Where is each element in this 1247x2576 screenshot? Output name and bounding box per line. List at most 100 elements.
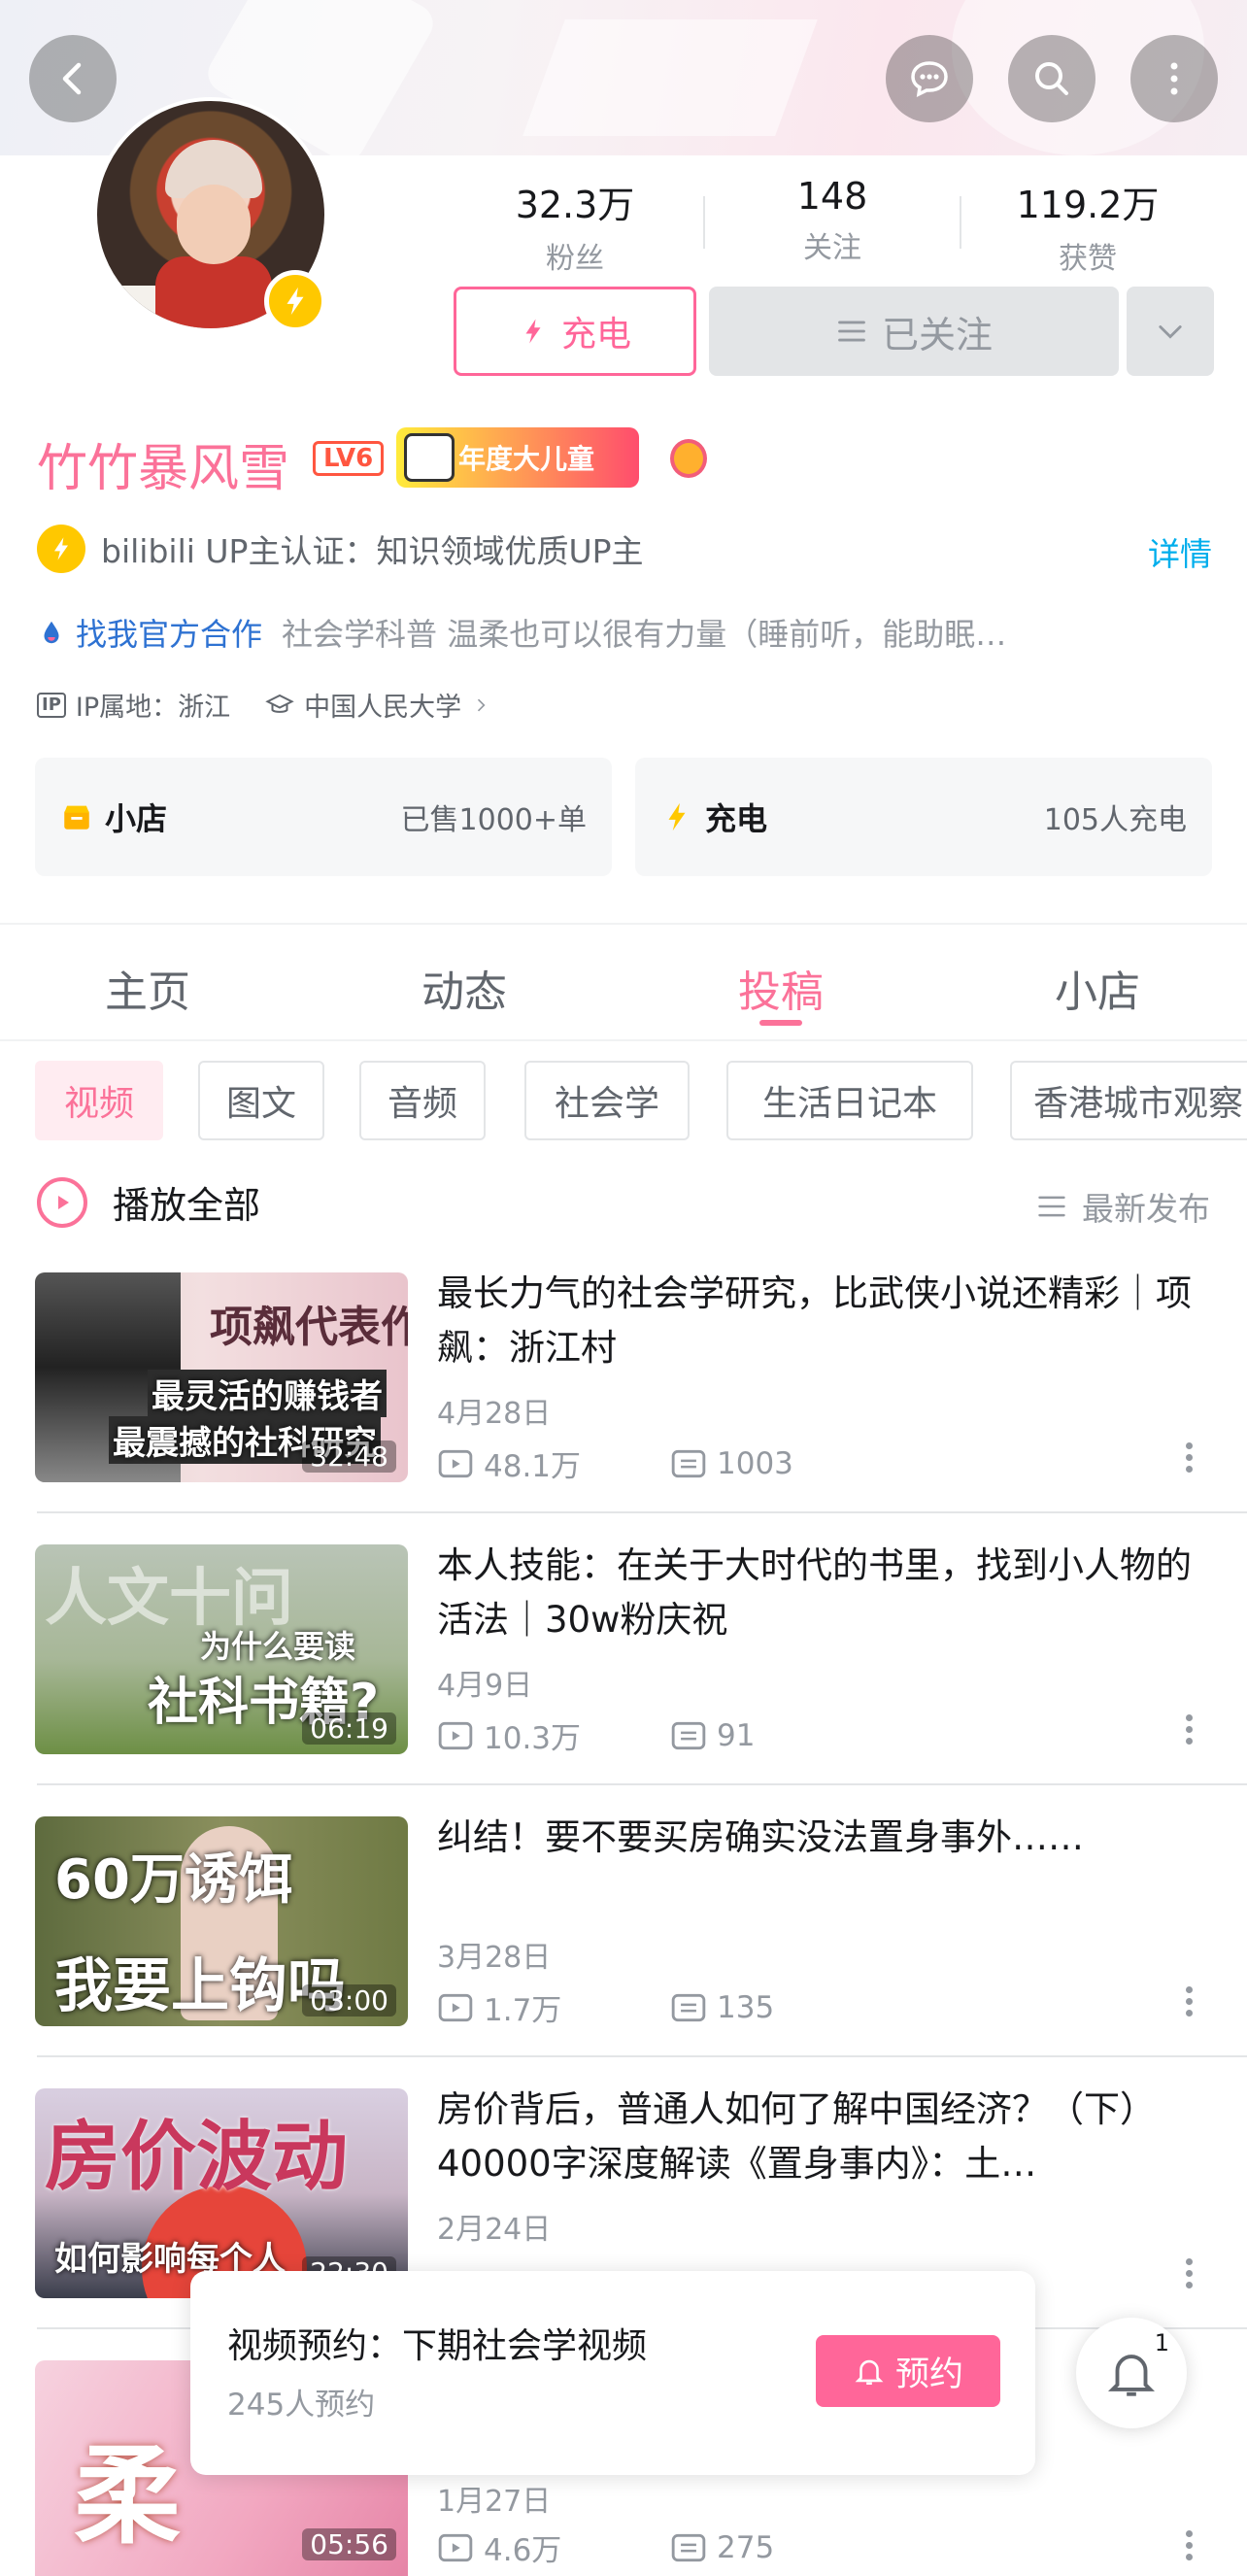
play-count-icon — [438, 1721, 473, 1749]
chip-audio[interactable]: 音频 — [359, 1061, 486, 1140]
comment-count: 275 — [717, 2529, 775, 2565]
chevron-down-icon — [1159, 325, 1182, 339]
annual-medal-badge[interactable]: 年度大儿童 — [396, 427, 639, 488]
video-more-icon[interactable] — [1179, 2525, 1198, 2574]
video-thumbnail[interactable]: 房价波动 如何影响每个人 22:30 — [35, 2088, 408, 2298]
video-duration: 03:00 — [302, 1984, 396, 2017]
video-more-icon[interactable] — [1179, 2254, 1198, 2302]
verified-bolt-icon — [37, 525, 85, 573]
view-count: 48.1万 — [484, 1449, 582, 1484]
video-date: 2月24日 — [437, 2213, 552, 2247]
charge-button[interactable]: 充电 — [454, 287, 696, 376]
video-thumbnail[interactable]: 60万诱饵 我要上钩吗 03:00 — [35, 1816, 408, 2026]
video-title[interactable]: 本人技能：在关于大时代的书里，找到小人物的活法｜30w粉庆祝 — [437, 1539, 1214, 1647]
bolt-icon — [525, 319, 541, 344]
divider — [703, 196, 705, 249]
bolt-badge-icon — [264, 270, 326, 332]
chip-life-diary[interactable]: 生活日记本 — [726, 1061, 973, 1140]
menu-lines-icon — [838, 321, 865, 342]
stat-label: 粉丝 — [546, 242, 604, 276]
video-more-icon[interactable] — [1179, 1710, 1198, 1758]
chip-video[interactable]: 视频 — [35, 1061, 163, 1140]
tab-shop[interactable]: 小店 — [1000, 957, 1195, 1019]
stat-fans[interactable]: 32.3万 粉丝 — [478, 175, 672, 277]
shop-card-meta: 已售1000+单 — [400, 803, 587, 837]
coop-drop-icon — [44, 621, 59, 644]
reservation-popup: 视频预约：下期社会学视频 245人预约 预约 — [190, 2271, 1035, 2475]
tab-uploads[interactable]: 投稿 — [684, 957, 878, 1019]
divider — [0, 923, 1247, 925]
notification-bell-button[interactable]: 1 — [1076, 2318, 1187, 2428]
bio-row: 找我官方合作 社会学科普 温柔也可以很有力量（睡前听，能助眠… — [37, 610, 1222, 655]
search-icon — [1035, 62, 1068, 95]
stat-value: 148 — [796, 175, 868, 218]
thumb-caption: 最灵活的赚钱者 — [148, 1370, 387, 1417]
charge-card[interactable]: 充电 105人充电 — [635, 758, 1212, 876]
comment-count-icon — [671, 1993, 706, 2021]
medal-icon[interactable] — [670, 439, 707, 478]
coop-link[interactable]: 找我官方合作 — [76, 610, 262, 655]
comment-count: 91 — [717, 1717, 756, 1753]
sort-button[interactable]: 最新发布 — [1035, 1183, 1210, 1230]
chip-image-text[interactable]: 图文 — [198, 1061, 324, 1140]
bio-text[interactable]: 社会学科普 温柔也可以很有力量（睡前听，能助眠… — [282, 610, 1006, 655]
video-date: 4月9日 — [437, 1669, 533, 1703]
thumb-caption: 60万诱饵 — [54, 1848, 293, 1912]
reservation-title: 视频预约：下期社会学视频 — [227, 2326, 648, 2366]
stat-value: 32.3万 — [515, 184, 635, 226]
stat-likes[interactable]: 119.2万 获赞 — [991, 175, 1185, 277]
back-button[interactable] — [29, 35, 117, 122]
video-stats: 10.3万 91 — [437, 1713, 755, 1757]
message-button[interactable] — [886, 35, 973, 122]
more-button[interactable] — [1130, 35, 1218, 122]
thumb-caption: 柔 — [74, 2434, 181, 2559]
ip-row: IP IP属地：浙江 中国人民大学 — [37, 686, 490, 724]
video-title[interactable]: 最长力气的社会学研究，比武侠小说还精彩｜项飙：浙江村 — [437, 1267, 1214, 1375]
chip-sociology[interactable]: 社会学 — [524, 1061, 690, 1140]
video-stats: 48.1万 1003 — [437, 1441, 793, 1485]
reserve-button[interactable]: 预约 — [816, 2335, 1000, 2407]
school-link[interactable]: 中国人民大学 — [304, 686, 461, 724]
shop-card[interactable]: 小店 已售1000+单 — [35, 758, 612, 876]
level-badge[interactable]: LV6 — [313, 441, 385, 476]
video-title[interactable]: 纠结！要不要买房确实没法置身事外…… — [437, 1811, 1214, 1865]
video-date: 1月27日 — [437, 2485, 552, 2519]
active-tab-indicator — [759, 1020, 802, 1026]
follow-dropdown-button[interactable] — [1127, 287, 1214, 376]
video-more-icon[interactable] — [1179, 1982, 1198, 2030]
sort-lines-icon — [1038, 1196, 1065, 1217]
detail-link[interactable]: 详情 — [1148, 528, 1212, 575]
video-stats: 4.6万 275 — [437, 2525, 774, 2569]
search-button[interactable] — [1008, 35, 1095, 122]
video-stats: 1.7万 135 — [437, 1985, 774, 2029]
video-more-icon[interactable] — [1179, 1438, 1198, 1486]
vertical-dots-icon — [1170, 62, 1178, 95]
user-name: 竹竹暴风雪 — [37, 440, 290, 498]
divider — [37, 1511, 1247, 1513]
play-count-icon — [438, 1449, 473, 1477]
verification-text: bilibili UP主认证：知识领域优质UP主 — [101, 532, 644, 570]
video-thumbnail[interactable]: 人文十问 为什么要读 社科书籍? 06:19 — [35, 1544, 408, 1754]
chip-hk-city[interactable]: 香港城市观察 — [1010, 1061, 1247, 1140]
reserve-button-label: 预约 — [894, 2355, 963, 2394]
video-thumbnail[interactable]: 项飙代表作 最灵活的赚钱者 最震撼的社科研究 32:48 — [35, 1272, 408, 1482]
video-title[interactable]: 房价背后，普通人如何了解中国经济？（下）40000字深度解读《置身事内》：土… — [437, 2083, 1214, 2191]
stat-following[interactable]: 148 关注 — [735, 175, 929, 266]
follow-button-label: 已关注 — [881, 313, 993, 356]
video-date: 4月28日 — [437, 1397, 552, 1431]
graduation-cap-icon — [265, 694, 294, 713]
play-circle-icon — [37, 1176, 87, 1228]
play-count-icon — [438, 1993, 473, 2021]
thumb-caption: 项飙代表作 — [210, 1303, 408, 1352]
verification-row: bilibili UP主认证：知识领域优质UP主 — [37, 525, 644, 573]
play-all-button[interactable]: 播放全部 — [37, 1175, 260, 1229]
shop-icon — [64, 805, 89, 830]
tab-dynamics[interactable]: 动态 — [367, 957, 561, 1019]
robot-icon — [404, 433, 455, 482]
comment-count: 135 — [717, 1989, 775, 2025]
comment-count-icon — [671, 1449, 706, 1477]
tab-home[interactable]: 主页 — [51, 957, 245, 1019]
shop-card-title: 小店 — [105, 800, 168, 837]
follow-button[interactable]: 已关注 — [709, 287, 1119, 376]
comment-count-icon — [671, 2533, 706, 2561]
